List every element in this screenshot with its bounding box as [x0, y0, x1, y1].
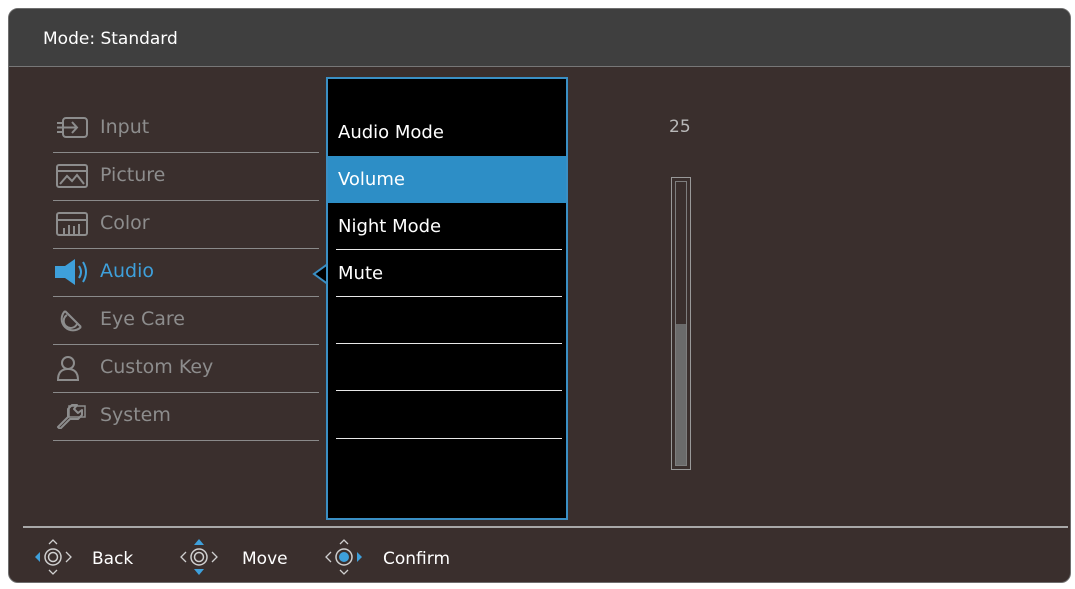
option-label: Mute — [338, 263, 384, 284]
main-menu: Input Picture Color Audio Eye Care Custo… — [53, 105, 319, 441]
audio-submenu: Audio Mode Volume Night Mode Mute — [326, 77, 568, 520]
menu-item-label: System — [100, 404, 171, 426]
osd-menu: Mode: Standard Input Picture Color Audio… — [8, 8, 1071, 583]
menu-item-label: Color — [100, 212, 150, 234]
option-empty — [336, 344, 562, 391]
mode-label: Mode: Standard — [43, 29, 178, 49]
menu-item-input[interactable]: Input — [53, 105, 319, 153]
joystick-press-icon — [325, 539, 362, 575]
footer-divider — [23, 526, 1068, 528]
option-mute[interactable]: Mute — [336, 250, 562, 297]
menu-item-label: Input — [100, 116, 150, 138]
option-label: Audio Mode — [338, 122, 444, 143]
option-label: Night Mode — [338, 216, 442, 237]
menu-item-label: Audio — [100, 260, 155, 282]
option-audio-mode[interactable]: Audio Mode — [336, 109, 562, 156]
confirm-label: Confirm — [383, 549, 451, 569]
confirm-hint[interactable]: Confirm — [324, 537, 484, 577]
menu-item-color[interactable]: Color — [53, 201, 319, 249]
menu-item-picture[interactable]: Picture — [53, 153, 319, 201]
input-icon — [57, 117, 88, 138]
volume-slider-track — [675, 181, 687, 466]
menu-item-system[interactable]: System — [53, 393, 319, 441]
color-icon — [56, 212, 88, 236]
title-bar: Mode: Standard — [9, 9, 1070, 67]
speaker-icon — [55, 259, 87, 285]
move-label: Move — [242, 549, 288, 569]
menu-item-custom-key[interactable]: Custom Key — [53, 345, 319, 393]
wrench-icon — [57, 404, 86, 429]
move-hint[interactable]: Move — [179, 537, 319, 577]
option-volume[interactable]: Volume — [328, 156, 566, 203]
option-night-mode[interactable]: Night Mode — [336, 203, 562, 250]
eye-care-icon — [60, 310, 82, 332]
back-hint[interactable]: Back — [33, 537, 163, 577]
picture-icon — [56, 164, 88, 188]
option-empty — [336, 392, 562, 439]
joystick-left-icon — [35, 539, 72, 575]
menu-item-audio[interactable]: Audio — [53, 249, 319, 297]
option-empty — [336, 297, 562, 344]
joystick-up-down-icon — [180, 539, 218, 575]
menu-item-label: Eye Care — [100, 308, 185, 330]
back-label: Back — [92, 549, 134, 569]
menu-item-label: Custom Key — [100, 356, 214, 378]
volume-value: 25 — [669, 117, 691, 137]
volume-slider-fill — [676, 323, 686, 465]
menu-item-label: Picture — [100, 164, 166, 186]
person-icon — [56, 356, 80, 381]
option-label: Volume — [338, 169, 405, 190]
volume-slider[interactable] — [671, 177, 691, 470]
menu-item-eye-care[interactable]: Eye Care — [53, 297, 319, 345]
